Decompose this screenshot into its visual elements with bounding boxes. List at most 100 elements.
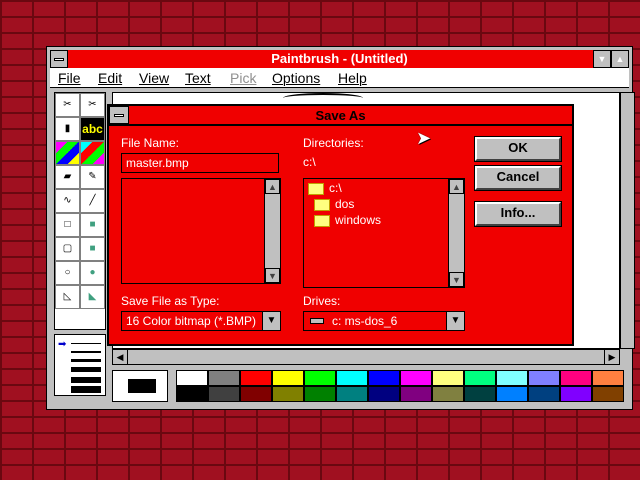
polygon-tool[interactable]: ◺ (55, 285, 80, 309)
menu-text[interactable]: Text (185, 70, 211, 86)
box-tool[interactable]: □ (55, 213, 80, 237)
filled-polygon-icon: ◣ (88, 291, 97, 302)
rounded-box-tool[interactable]: ▢ (55, 237, 80, 261)
palette-swatch[interactable] (240, 370, 272, 386)
scroll-thumb[interactable] (129, 350, 145, 364)
line-size-3[interactable] (71, 359, 101, 362)
text-tool[interactable]: abc (80, 117, 105, 141)
save-type-dropdown-icon[interactable]: ▼ (262, 312, 280, 330)
palette-swatch[interactable] (336, 370, 368, 386)
directory-item[interactable]: windows (314, 213, 381, 227)
airbrush-tool[interactable]: ▮ (55, 117, 80, 141)
directory-scroll-up-icon[interactable]: ▲ (449, 179, 464, 194)
scroll-left-icon[interactable]: ◀ (113, 350, 128, 364)
palette-swatch[interactable] (304, 370, 336, 386)
filled-rounded-box-tool[interactable]: ■ (80, 237, 105, 261)
minimize-button[interactable]: ▼ (593, 50, 611, 68)
maximize-button[interactable]: ▲ (611, 50, 629, 68)
palette-swatch[interactable] (368, 370, 400, 386)
palette-swatch[interactable] (496, 386, 528, 402)
paint-roller-tool[interactable]: ▰ (55, 165, 80, 189)
scissors-icon: ✂ (63, 99, 72, 110)
palette-swatch[interactable] (208, 370, 240, 386)
scroll-right-icon[interactable]: ▶ (604, 350, 619, 364)
palette-swatch[interactable] (464, 386, 496, 402)
menu-options[interactable]: Options (272, 70, 320, 86)
filled-box-tool[interactable]: ■ (80, 213, 105, 237)
palette-swatch[interactable] (272, 386, 304, 402)
line-size-5[interactable] (71, 377, 101, 383)
dialog-title-bar[interactable]: Save As (109, 106, 572, 126)
palette-swatch[interactable] (464, 370, 496, 386)
circle-tool[interactable]: ○ (55, 261, 80, 285)
file-list[interactable]: ▲ ▼ (121, 178, 281, 284)
save-type-select[interactable]: 16 Color bitmap (*.BMP) ▼ (121, 311, 281, 331)
palette-swatch[interactable] (528, 386, 560, 402)
palette-swatch[interactable] (592, 386, 624, 402)
palette-swatch[interactable] (560, 386, 592, 402)
pick-tool[interactable]: ✂ (80, 93, 105, 117)
info-button[interactable]: Info... (474, 201, 562, 227)
palette-swatch[interactable] (400, 370, 432, 386)
directory-item[interactable]: dos (314, 197, 354, 211)
canvas-drawing (283, 93, 363, 103)
file-name-input[interactable]: master.bmp (121, 153, 279, 173)
palette-swatch[interactable] (592, 370, 624, 386)
palette-swatch[interactable] (240, 386, 272, 402)
line-tool[interactable]: ╱ (80, 189, 105, 213)
palette-swatch[interactable] (208, 386, 240, 402)
file-list-scroll-up-icon[interactable]: ▲ (265, 179, 280, 194)
palette-swatch[interactable] (432, 370, 464, 386)
ok-button[interactable]: OK (474, 136, 562, 162)
canvas-vertical-scrollbar[interactable] (620, 92, 635, 349)
palette-swatch[interactable] (272, 370, 304, 386)
palette-swatch[interactable] (432, 386, 464, 402)
palette-swatch[interactable] (560, 370, 592, 386)
line-size-6[interactable] (71, 386, 101, 393)
menu-pick[interactable]: Pick (230, 70, 256, 86)
save-type-value: 16 Color bitmap (*.BMP) (126, 314, 257, 328)
palette-swatch[interactable] (176, 370, 208, 386)
palette-swatch[interactable] (304, 386, 336, 402)
filled-polygon-tool[interactable]: ◣ (80, 285, 105, 309)
directory-item-label: windows (335, 213, 382, 227)
menu-file[interactable]: File (58, 70, 81, 86)
line-size-pointer-icon: ➡ (58, 339, 67, 350)
palette-swatch[interactable] (400, 386, 432, 402)
palette-swatch[interactable] (496, 370, 528, 386)
directory-list-scrollbar[interactable]: ▲ ▼ (448, 179, 464, 287)
menu-view[interactable]: View (139, 70, 169, 86)
maximize-icon: ▲ (615, 54, 625, 64)
drive-icon (310, 318, 324, 324)
foreground-color (128, 379, 156, 393)
drives-select[interactable]: c: ms-dos_6 ▼ (303, 311, 465, 331)
palette-swatch[interactable] (336, 386, 368, 402)
folder-icon (314, 198, 330, 211)
color-eraser-tool[interactable] (55, 141, 80, 165)
palette-swatch[interactable] (528, 370, 560, 386)
directory-list[interactable]: c:\ dos windows ▲ ▼ (303, 178, 465, 288)
scissors-tool[interactable]: ✂ (55, 93, 80, 117)
palette-swatch[interactable] (176, 386, 208, 402)
line-size-1[interactable] (71, 343, 101, 344)
directory-scroll-down-icon[interactable]: ▼ (449, 272, 464, 287)
file-list-scrollbar[interactable]: ▲ ▼ (264, 179, 280, 283)
cancel-button[interactable]: Cancel (474, 165, 562, 191)
directory-item-label: c:\ (329, 181, 342, 195)
rounded-box-icon: ▢ (62, 243, 73, 254)
brush-tool[interactable]: ✎ (80, 165, 105, 189)
canvas-horizontal-scrollbar[interactable]: ◀ ▶ (112, 349, 620, 365)
line-size-2[interactable] (71, 351, 101, 353)
filled-circle-tool[interactable]: ● (80, 261, 105, 285)
menu-help[interactable]: Help (338, 70, 367, 86)
directory-item[interactable]: c:\ (308, 181, 342, 195)
file-list-scroll-down-icon[interactable]: ▼ (265, 268, 280, 283)
menu-edit[interactable]: Edit (98, 70, 122, 86)
drives-dropdown-icon[interactable]: ▼ (446, 312, 464, 330)
curve-tool[interactable]: ∿ (55, 189, 80, 213)
dialog-title: Save As (315, 108, 366, 123)
eraser-tool[interactable] (80, 141, 105, 165)
palette-swatch[interactable] (368, 386, 400, 402)
line-size-4[interactable] (71, 367, 101, 372)
title-bar[interactable]: Paintbrush - (Untitled) ▼ ▲ (50, 50, 629, 68)
